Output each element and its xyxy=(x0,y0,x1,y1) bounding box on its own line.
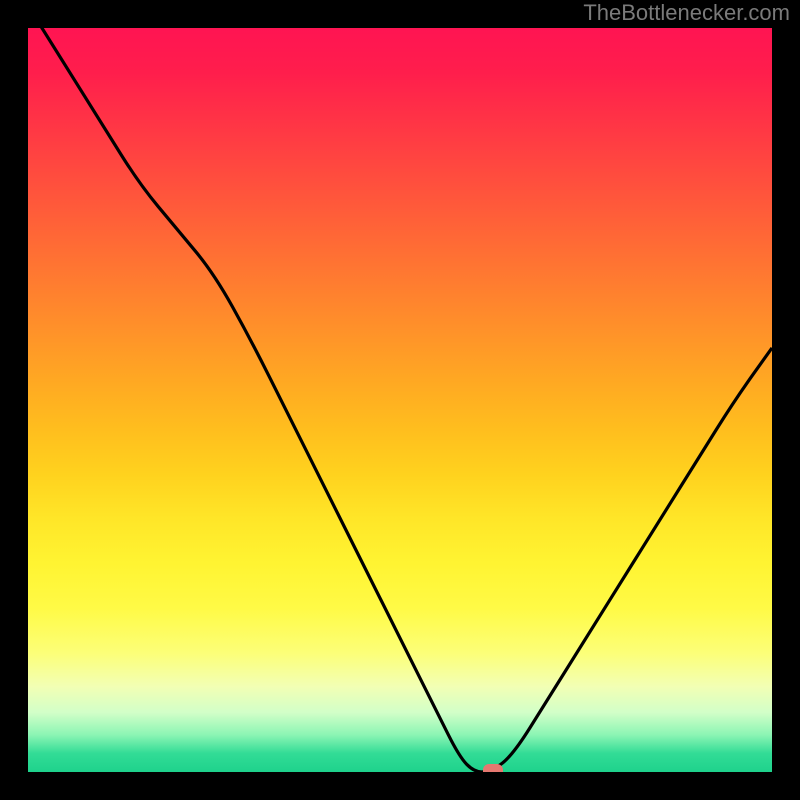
chart-container: TheBottlenecker.com xyxy=(0,0,800,800)
plot-area xyxy=(28,28,772,772)
attribution-label: TheBottlenecker.com xyxy=(583,0,790,26)
bottleneck-curve xyxy=(28,28,772,772)
curve-svg xyxy=(28,28,772,772)
minimum-marker xyxy=(483,764,503,772)
